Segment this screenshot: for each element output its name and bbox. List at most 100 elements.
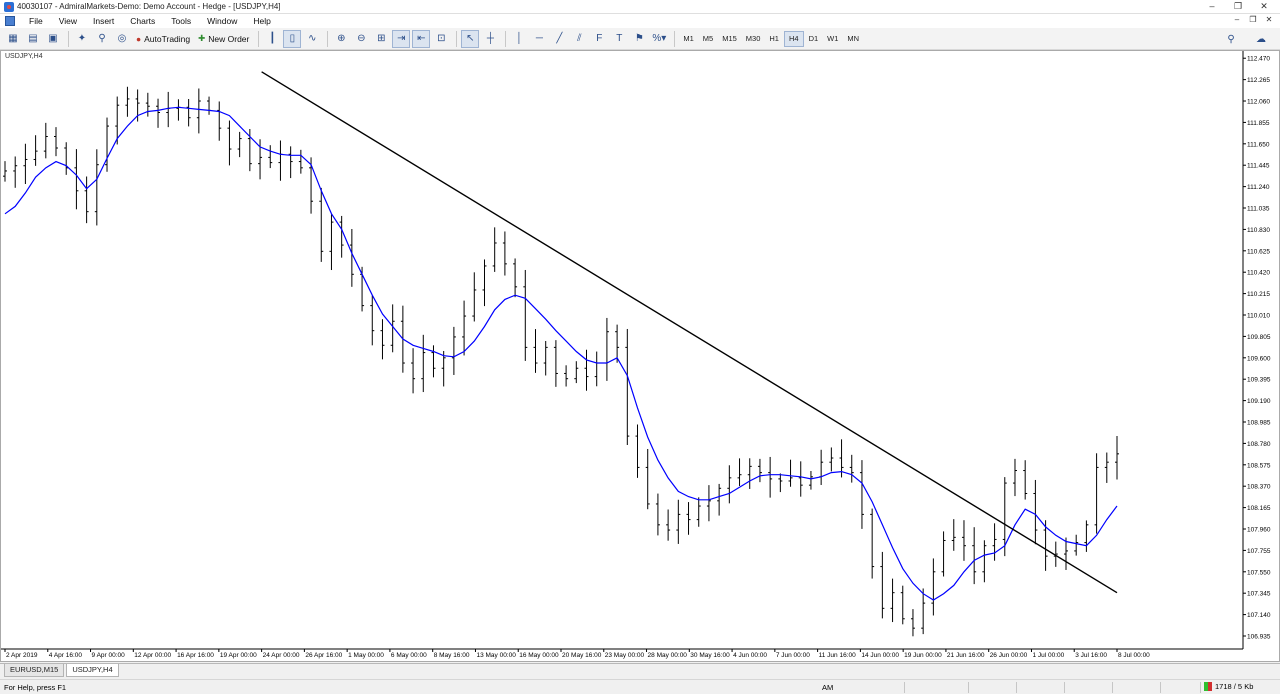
fibonacci-icon[interactable]: F xyxy=(590,30,608,48)
tf-d1[interactable]: D1 xyxy=(805,31,823,47)
autotrading-icon: ● xyxy=(136,33,142,44)
chart-window[interactable]: 112.470 112.265 112.060 111.855 111.650 111.4… xyxy=(0,50,1280,662)
x-tick-label: 30 May 16:00 xyxy=(690,652,730,659)
candlestick-icon[interactable]: ▯ xyxy=(283,29,302,48)
y-tick-label: 109.805 xyxy=(1247,334,1271,341)
y-tick-label: 106.935 xyxy=(1247,633,1271,640)
price-chart[interactable]: 112.470 112.265 112.060 111.855 111.650 111.4… xyxy=(1,51,1279,661)
y-tick-label: 112.265 xyxy=(1247,77,1270,84)
channel-icon[interactable]: ⫽ xyxy=(570,30,588,48)
x-tick-label: 19 Apr 00:00 xyxy=(220,652,257,659)
x-tick-label: 14 Jun 00:00 xyxy=(861,652,899,659)
zoom-in-icon[interactable]: ⊕ xyxy=(332,30,350,48)
terminal-icon[interactable]: ⚲ xyxy=(93,30,111,48)
cursor-icon[interactable]: ↖ xyxy=(461,29,480,48)
minimize-button[interactable]: – xyxy=(1200,1,1224,12)
bar-chart-icon[interactable]: ┃ xyxy=(263,30,281,48)
y-tick-label: 111.035 xyxy=(1247,206,1270,213)
y-tick-label: 111.650 xyxy=(1247,141,1270,148)
y-tick-label: 109.600 xyxy=(1247,355,1271,362)
y-tick-label: 108.780 xyxy=(1247,441,1271,448)
y-tick-label: 108.985 xyxy=(1247,420,1271,427)
menu-help[interactable]: Help xyxy=(245,16,278,26)
x-tick-label: 12 Apr 00:00 xyxy=(134,652,171,659)
profiles-icon[interactable]: ▤ xyxy=(24,30,42,48)
status-ampm: AM xyxy=(822,683,834,692)
menu-window[interactable]: Window xyxy=(199,16,245,26)
crosshair-icon[interactable]: ┼ xyxy=(481,30,499,48)
x-tick-label: 4 Jun 00:00 xyxy=(733,652,767,659)
tile-windows-icon[interactable]: ⊞ xyxy=(372,30,390,48)
percent-icon[interactable]: % ▾ xyxy=(650,30,668,48)
tf-h4[interactable]: H4 xyxy=(783,30,804,47)
status-divider xyxy=(1016,682,1017,693)
tab-usdjpy[interactable]: USDJPY,H4 xyxy=(66,664,119,677)
new-order-button[interactable]: ✚ New Order xyxy=(195,30,252,48)
app-icon xyxy=(4,1,14,12)
label-icon[interactable]: ⚑ xyxy=(630,30,648,48)
x-tick-label: 4 Apr 16:00 xyxy=(49,652,83,659)
auto-scroll-icon[interactable]: ⇥ xyxy=(392,29,411,48)
status-divider xyxy=(1160,682,1161,693)
x-tick-label: 16 Apr 16:00 xyxy=(177,652,214,659)
main-toolbar: ▦ ▤ ▣ ✦ ⚲ ◎ ● AutoTrading ✚ New Order ┃ ▯ … xyxy=(0,28,1280,50)
trendline-icon[interactable]: ╱ xyxy=(550,30,568,48)
menu-insert[interactable]: Insert xyxy=(85,16,122,26)
community-icon[interactable]: ☁ xyxy=(1252,30,1270,48)
x-tick-label: 9 Apr 00:00 xyxy=(92,652,126,659)
line-chart-icon[interactable]: ∿ xyxy=(303,30,321,48)
market-watch-icon[interactable]: ▣ xyxy=(44,30,62,48)
tf-m15[interactable]: M15 xyxy=(718,31,741,47)
x-tick-label: 24 Apr 00:00 xyxy=(263,652,300,659)
navigator-icon[interactable]: ✦ xyxy=(73,30,91,48)
status-divider xyxy=(1112,682,1113,693)
toolbar-separator xyxy=(258,30,260,47)
tf-h1[interactable]: H1 xyxy=(765,31,783,47)
new-chart-icon[interactable]: ▦ xyxy=(4,30,22,48)
tf-w1[interactable]: W1 xyxy=(823,31,842,47)
indicators-icon[interactable]: ⊡ xyxy=(432,30,450,48)
status-divider xyxy=(1064,682,1065,693)
x-tick-label: 26 Jun 00:00 xyxy=(990,652,1028,659)
menu-charts[interactable]: Charts xyxy=(122,16,163,26)
y-tick-label: 109.395 xyxy=(1247,377,1271,384)
child-restore-button[interactable]: ❐ xyxy=(1246,15,1260,26)
zoom-out-icon[interactable]: ⊖ xyxy=(352,30,370,48)
maximize-button[interactable]: ❐ xyxy=(1226,1,1250,12)
y-tick-label: 109.190 xyxy=(1247,398,1271,405)
chart-window-icon[interactable] xyxy=(5,16,15,26)
menu-view[interactable]: View xyxy=(51,16,85,26)
status-traffic: 1718 / 5 Kb xyxy=(1204,682,1253,691)
chart-tabs: EURUSD,M15 USDJPY,H4 xyxy=(0,663,1280,678)
y-tick-label: 107.960 xyxy=(1247,527,1271,534)
horizontal-line-icon[interactable]: ─ xyxy=(530,30,548,48)
menu-file[interactable]: File xyxy=(21,16,51,26)
text-icon[interactable]: T xyxy=(610,30,628,48)
strategy-tester-icon[interactable]: ◎ xyxy=(113,30,131,48)
tf-mn[interactable]: MN xyxy=(843,31,863,47)
y-tick-label: 108.370 xyxy=(1247,484,1271,491)
tf-m5[interactable]: M5 xyxy=(699,31,717,47)
chart-shift-icon[interactable]: ⇤ xyxy=(412,29,431,48)
tf-m1[interactable]: M1 xyxy=(679,31,697,47)
x-tick-label: 20 May 16:00 xyxy=(562,652,602,659)
x-tick-label: 1 Jul 00:00 xyxy=(1032,652,1064,659)
tab-eurusd[interactable]: EURUSD,M15 xyxy=(4,664,65,677)
x-tick-label: 16 May 00:00 xyxy=(519,652,559,659)
autotrading-button[interactable]: ● AutoTrading xyxy=(133,30,193,48)
child-minimize-button[interactable]: – xyxy=(1230,15,1244,26)
connection-icon xyxy=(1204,682,1212,691)
y-tick-label: 110.625 xyxy=(1247,248,1270,255)
x-tick-label: 21 Jun 16:00 xyxy=(947,652,985,659)
x-tick-label: 1 May 00:00 xyxy=(348,652,384,659)
y-tick-label: 112.470 xyxy=(1247,56,1270,63)
x-tick-label: 11 Jun 16:00 xyxy=(819,652,856,659)
menu-tools[interactable]: Tools xyxy=(163,16,199,26)
vertical-line-icon[interactable]: │ xyxy=(510,30,528,48)
tf-m30[interactable]: M30 xyxy=(742,31,765,47)
x-tick-label: 7 Jun 00:00 xyxy=(776,652,810,659)
chart-symbol-label: USDJPY,H4 xyxy=(5,53,43,60)
child-close-button[interactable]: ✕ xyxy=(1262,15,1276,26)
search-icon[interactable]: ⚲ xyxy=(1222,30,1240,48)
close-button[interactable]: ✕ xyxy=(1252,1,1276,12)
